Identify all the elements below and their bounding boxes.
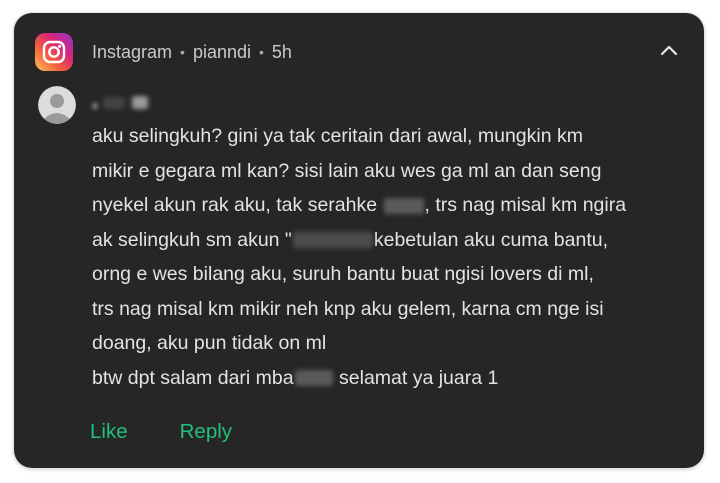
message-line: aku selingkuh? gini ya tak ceritain dari…: [92, 125, 583, 147]
message-line: nyekel akun rak aku, tak serahke , trs n…: [92, 188, 692, 223]
message-line: trs nag misal km mikir neh knp aku gelem…: [92, 297, 604, 320]
message-fragment: kebetulan aku cuma bantu,: [373, 228, 609, 251]
account-name: pianndi: [192, 41, 252, 62]
instagram-icon: [35, 33, 73, 71]
separator-dot: •: [180, 44, 185, 60]
message-fragment: btw dpt salam dari mba: [92, 366, 294, 389]
timestamp: 5h: [271, 41, 292, 62]
redacted-text: [292, 232, 373, 249]
message-fragment: ak selingkuh sm akun ": [92, 228, 292, 251]
notification-actions: Like Reply: [90, 420, 232, 444]
like-button[interactable]: Like: [90, 420, 128, 444]
default-avatar-icon: [38, 86, 76, 124]
redacted-text: [294, 370, 333, 387]
notification-header: Instagram • pianndi • 5h: [92, 41, 292, 63]
collapse-button[interactable]: [654, 35, 684, 65]
redacted-text: [383, 197, 424, 214]
message-line: ak selingkuh sm akun " kebetulan aku cuma…: [92, 223, 692, 258]
separator-dot: •: [259, 44, 264, 60]
message-line: btw dpt salam dari mba selamat ya juara …: [92, 361, 692, 396]
app-name: Instagram: [92, 41, 173, 62]
reply-button[interactable]: Reply: [180, 420, 232, 444]
notification-card[interactable]: Instagram • pianndi • 5h aku selingkuh? …: [14, 13, 704, 468]
message-line: doang, aku pun tidak on ml: [92, 332, 327, 354]
message-fragment: nyekel akun rak aku, tak serahke: [92, 194, 383, 216]
sender-name-redacted: [92, 94, 192, 114]
message-fragment: , trs nag misal km ngira: [424, 194, 627, 216]
message-line: orng e wes bilang aku, suruh bantu buat …: [92, 263, 594, 285]
message-line: mikir e gegara ml kan? sisi lain aku wes…: [92, 159, 602, 182]
chevron-up-icon: [660, 45, 678, 56]
message-body: aku selingkuh? gini ya tak ceritain dari…: [92, 119, 692, 395]
message-fragment: selamat ya juara 1: [333, 366, 499, 389]
